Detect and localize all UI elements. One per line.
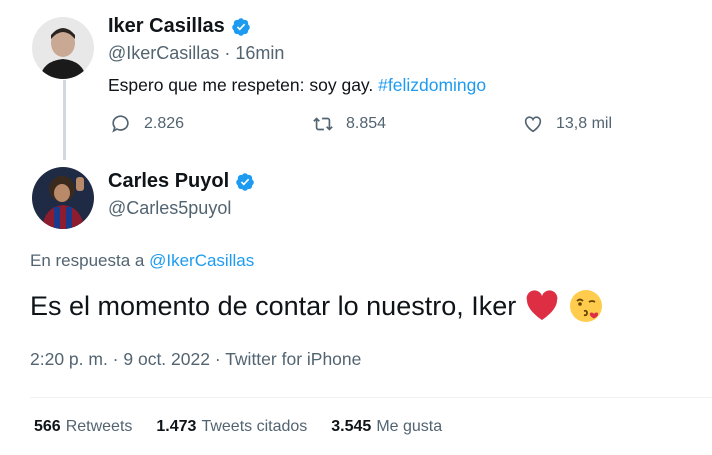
stat-retweets-label: Retweets: [65, 418, 133, 435]
reply-mention-link[interactable]: @IkerCasillas: [149, 251, 254, 270]
tweet2-text: Es el momento de contar lo nuestro, Iker: [30, 288, 604, 324]
stat-quote-tweets[interactable]: 1.473 Tweets citados: [156, 418, 307, 436]
heart-outline-icon: [524, 116, 542, 133]
tweet1-separator: ·: [224, 43, 231, 63]
verified-badge-icon: [236, 172, 254, 191]
tweet2-timestamp[interactable]: 2:20 p. m. · 9 oct. 2022 · Twitter for i…: [30, 349, 361, 370]
tweet1-text: Espero que me respeten: soy gay. #felizd…: [108, 75, 486, 96]
verified-badge-icon: [231, 17, 250, 36]
tweet2-handle[interactable]: @Carles5puyol: [108, 198, 231, 219]
reply-count: 2.826: [144, 115, 185, 132]
reply-icon: [112, 115, 129, 133]
stat-quote-tweets-count: 1.473: [156, 418, 197, 435]
tweet2-stats: 566 Retweets 1.473 Tweets citados 3.545 Me …: [34, 418, 442, 436]
stats-divider: [30, 397, 712, 398]
stat-retweets[interactable]: 566 Retweets: [34, 418, 132, 436]
like-count: 13,8 mil: [556, 115, 613, 132]
tweet2-author-row: Carles Puyol: [108, 170, 255, 193]
stat-likes[interactable]: 3.545 Me gusta: [331, 418, 442, 436]
reply-button[interactable]: 2.826: [110, 113, 184, 135]
tweet1-handle-time: @IkerCasillas · 16min: [108, 43, 284, 64]
avatar-iker-casillas[interactable]: [32, 17, 94, 79]
tweet1-actions: 2.826 8.854 13,8 mil: [108, 113, 668, 139]
red-heart-icon: [526, 290, 558, 320]
thread-connector-line: [63, 80, 66, 160]
tweet1-display-name[interactable]: Iker Casillas: [108, 15, 225, 38]
retweet-count: 8.854: [346, 115, 387, 132]
like-button[interactable]: 13,8 mil: [522, 113, 612, 135]
tweet1-body: Espero que me respeten: soy gay.: [108, 75, 374, 95]
stat-likes-label: Me gusta: [376, 418, 443, 435]
tweet2-body: Es el momento de contar lo nuestro, Iker: [30, 290, 517, 321]
retweet-icon: [313, 117, 333, 131]
reply-prefix: En respuesta a: [30, 251, 145, 270]
avatar-carles-puyol[interactable]: [32, 167, 94, 229]
tweet2-display-name[interactable]: Carles Puyol: [108, 170, 229, 193]
tweet1-author-row: Iker Casillas: [108, 15, 251, 38]
stat-likes-count: 3.545: [331, 418, 372, 435]
stat-quote-tweets-label: Tweets citados: [201, 418, 308, 435]
tweet1-handle[interactable]: @IkerCasillas: [108, 43, 219, 63]
face-blowing-kiss-icon: [570, 290, 603, 322]
reply-context: En respuesta a @IkerCasillas: [30, 251, 254, 271]
tweet1-hashtag[interactable]: #felizdomingo: [378, 75, 486, 95]
tweet1-time[interactable]: 16min: [235, 43, 284, 63]
stat-retweets-count: 566: [34, 418, 61, 435]
retweet-button[interactable]: 8.854: [312, 113, 386, 135]
